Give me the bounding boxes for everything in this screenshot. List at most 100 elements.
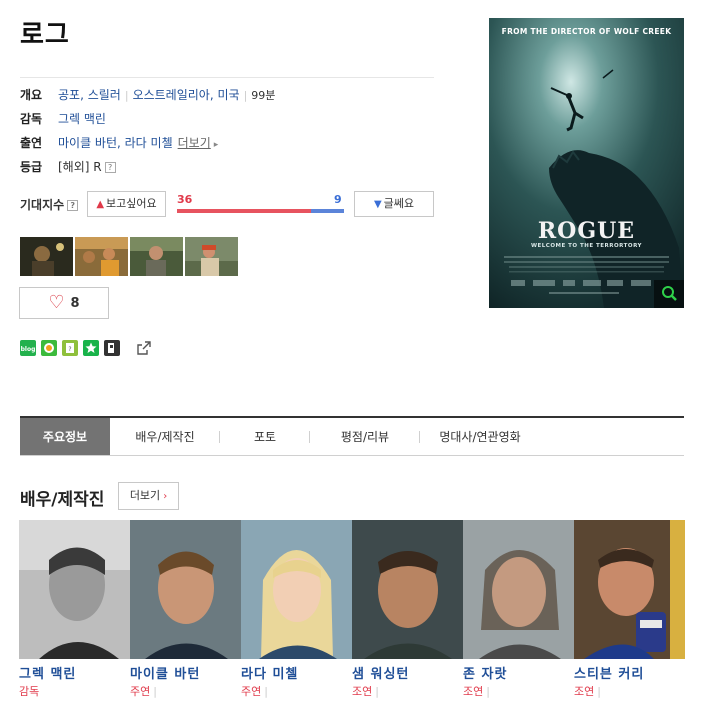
cast-card[interactable]: 마이클 바턴 주연 | — [130, 520, 241, 698]
yozm-icon[interactable]: ? — [62, 340, 78, 356]
still-thumbnail[interactable] — [20, 237, 73, 276]
country-link[interactable]: 오스트레일리아, 미국 — [133, 88, 240, 102]
meh-bar — [311, 209, 344, 213]
meh-button[interactable]: ▼ 글쎄요 — [354, 191, 434, 217]
cast-card[interactable]: 라다 미첼 주연 | — [241, 520, 352, 698]
cast-more-link[interactable]: 더보기 — [178, 136, 211, 150]
cast-list: 그렉 맥린 감독 마이클 바턴 주연 | 라다 미첼 주연 | 샘 워싱턴 조연… — [19, 520, 685, 698]
tab-cast-crew[interactable]: 배우/제작진 — [110, 418, 220, 455]
cast-role-text: 감독 — [19, 685, 40, 698]
cast-link[interactable]: 마이클 바턴, 라다 미첼 — [58, 136, 173, 150]
tab-label: 평점/리뷰 — [340, 430, 390, 444]
cast-name[interactable]: 샘 워싱턴 — [352, 663, 463, 682]
separator: | — [264, 685, 268, 698]
more-label: 더보기 — [129, 489, 161, 502]
like-button[interactable]: ♡ 8 — [19, 287, 109, 319]
title-divider — [20, 77, 434, 78]
cast-role: 감독 — [19, 683, 130, 698]
tab-bar: 주요정보 배우/제작진 포토 평점/리뷰 명대사/연관영화 — [20, 416, 684, 456]
still-thumbnail[interactable] — [75, 237, 128, 276]
chevron-right-icon: ▸ — [213, 140, 219, 150]
expectation-label: 기대지수? — [20, 196, 79, 213]
blog-icon[interactable]: blog — [20, 340, 36, 356]
tab-label: 주요정보 — [42, 430, 88, 444]
cast-name[interactable]: 라다 미첼 — [241, 663, 352, 682]
separator: | — [486, 685, 490, 698]
zoom-button[interactable] — [654, 280, 684, 308]
still-thumbnail[interactable] — [130, 237, 183, 276]
cast-role-text: 조연 — [574, 685, 595, 698]
cast-card[interactable]: 그렉 맥린 감독 — [19, 520, 130, 698]
genre-link[interactable]: 공포, 스릴러 — [58, 88, 121, 102]
still-thumbnails — [20, 237, 238, 276]
separator: | — [153, 685, 157, 698]
separator: | — [375, 685, 379, 698]
want-count: 36 — [177, 193, 193, 206]
section-more-button[interactable]: 더보기 › — [118, 482, 179, 510]
heart-icon: ♡ — [48, 292, 65, 313]
cast-photo[interactable] — [19, 520, 130, 659]
tab-reviews[interactable]: 평점/리뷰 — [310, 418, 420, 455]
cast-photo[interactable] — [574, 520, 685, 659]
tab-label: 배우/제작진 — [135, 430, 195, 444]
section-title: 배우/제작진 — [20, 490, 105, 510]
cast-role: 조연 | — [352, 683, 463, 698]
movie-poster[interactable]: FROM THE DIRECTOR OF WOLF CREEK ROGUE WE… — [489, 18, 684, 308]
meh-count: 9 — [334, 193, 342, 206]
tab-photo[interactable]: 포토 — [220, 418, 310, 455]
rating-value: [해외] R — [58, 160, 102, 174]
help-icon[interactable]: ? — [104, 162, 116, 173]
expectation-bar — [177, 209, 344, 213]
pinterest-icon[interactable] — [104, 340, 120, 356]
cast-role: 주연 | — [241, 683, 352, 698]
cast-role-text: 주연 — [241, 685, 262, 698]
poster-image — [489, 18, 684, 308]
expectation-label-text: 기대지수 — [20, 198, 65, 212]
separator: | — [597, 685, 601, 698]
movie-title: 로그 — [20, 20, 70, 50]
svg-text:blog: blog — [21, 346, 36, 353]
cast-name[interactable]: 마이클 바턴 — [130, 663, 241, 682]
cast-role-text: 조연 — [463, 685, 484, 698]
share-out-icon[interactable] — [135, 339, 153, 357]
cast-photo[interactable] — [130, 520, 241, 659]
meh-label: 글쎄요 — [383, 197, 415, 210]
rating-label: 등급 — [20, 160, 43, 174]
director-row: 감독 그렉 맥린 — [20, 110, 106, 128]
poster-tagline: WELCOME TO THE TERRORTORY — [530, 243, 643, 249]
thumbs-down-icon: ▼ — [373, 199, 382, 210]
share-icons: blog ? — [20, 340, 120, 356]
cast-name[interactable]: 스티븐 커리 — [574, 663, 685, 682]
want-bar — [177, 209, 311, 213]
still-thumbnail[interactable] — [185, 237, 238, 276]
tab-quotes-related[interactable]: 명대사/연관영화 — [420, 418, 540, 455]
chevron-right-icon: › — [163, 491, 168, 502]
search-icon — [662, 286, 677, 301]
help-icon[interactable]: ? — [67, 200, 79, 211]
cast-name[interactable]: 존 자랏 — [463, 663, 574, 682]
cast-photo[interactable] — [241, 520, 352, 659]
tab-label: 포토 — [253, 430, 277, 444]
poster-top-text: FROM THE DIRECTOR OF WOLF CREEK — [501, 27, 672, 36]
cast-card[interactable]: 존 자랏 조연 | — [463, 520, 574, 698]
director-label: 감독 — [20, 112, 43, 126]
cast-card[interactable]: 샘 워싱턴 조연 | — [352, 520, 463, 698]
cast-card[interactable]: 스티븐 커리 조연 | — [574, 520, 685, 698]
separator: | — [124, 89, 129, 102]
poster-title: ROGUE — [537, 218, 636, 244]
cast-photo[interactable] — [352, 520, 463, 659]
cast-name[interactable]: 그렉 맥린 — [19, 663, 130, 682]
tab-main-info[interactable]: 주요정보 — [20, 418, 110, 455]
director-link[interactable]: 그렉 맥린 — [58, 112, 106, 126]
cast-role: 조연 | — [463, 683, 574, 698]
cast-role-text: 주연 — [130, 685, 151, 698]
cast-photo[interactable] — [463, 520, 574, 659]
star-icon[interactable] — [83, 340, 99, 356]
runtime: 99분 — [251, 89, 276, 102]
cast-role-text: 조연 — [352, 685, 373, 698]
overview-label: 개요 — [20, 88, 43, 102]
cast-role: 주연 | — [130, 683, 241, 698]
me2day-icon[interactable] — [41, 340, 57, 356]
cast-row: 출연 마이클 바턴, 라다 미첼 더보기 ▸ — [20, 134, 218, 152]
want-to-see-button[interactable]: ▲ 보고싶어요 — [87, 191, 166, 217]
